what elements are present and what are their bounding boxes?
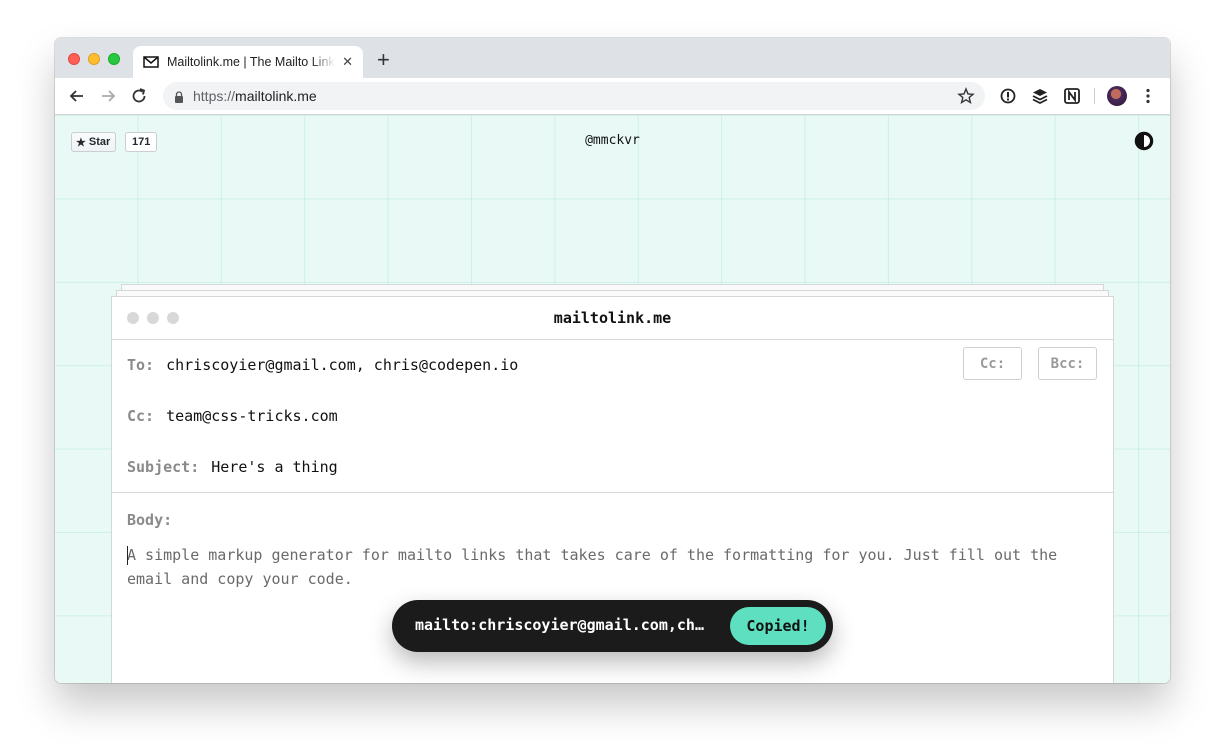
reload-icon[interactable] [129, 86, 149, 106]
browser-tab-active[interactable]: Mailtolink.me | The Mailto Link Generato… [133, 46, 363, 78]
cc-label: Cc: [127, 407, 155, 425]
minimize-window-button[interactable] [88, 53, 100, 65]
to-value[interactable]: chriscoyier@gmail.com, chris@codepen.io [166, 356, 518, 374]
bookmark-star-icon[interactable] [957, 87, 975, 105]
tab-close-icon[interactable]: ✕ [342, 54, 353, 70]
subject-label: Subject: [127, 458, 200, 476]
add-bcc-button[interactable]: Bcc: [1038, 347, 1097, 380]
body-label-row: Body: [127, 511, 172, 529]
address-bar[interactable]: https://mailtolink.me [163, 82, 985, 110]
to-field[interactable]: To: chriscoyier@gmail.com, chris@codepen.… [127, 356, 518, 374]
tab-bar: Mailtolink.me | The Mailto Link Generato… [55, 38, 1170, 78]
back-arrow-icon[interactable] [67, 86, 87, 106]
toolbar-separator [1094, 88, 1095, 104]
mailto-link-text[interactable]: mailto:chriscoyier@gmail.com,ch… [415, 616, 720, 634]
layers-extension-icon[interactable] [1031, 87, 1049, 105]
browser-window: Mailtolink.me | The Mailto Link Generato… [55, 38, 1170, 683]
page-viewport: ★ Star 171 @mmckvr mailtolink.me To: chri… [55, 115, 1170, 683]
copied-button[interactable]: Copied! [730, 607, 826, 645]
body-label: Body: [127, 511, 173, 529]
subject-field[interactable]: Subject: Here's a thing [127, 458, 338, 476]
tab-title: Mailtolink.me | The Mailto Link Generato… [167, 55, 335, 69]
theme-toggle-icon[interactable] [1134, 131, 1154, 151]
more-menu-icon[interactable] [1143, 87, 1153, 105]
envelope-icon [143, 55, 159, 69]
info-extension-icon[interactable] [999, 87, 1017, 105]
maximize-window-button[interactable] [108, 53, 120, 65]
composer-header: mailtolink.me [112, 297, 1113, 340]
copy-toast: mailto:chriscoyier@gmail.com,ch… Copied! [392, 600, 833, 652]
subject-value[interactable]: Here's a thing [211, 458, 337, 476]
url-text: https://mailtolink.me [193, 88, 317, 104]
profile-avatar[interactable] [1107, 86, 1127, 106]
notion-extension-icon[interactable] [1063, 87, 1081, 105]
author-handle-link[interactable]: @mmckvr [55, 133, 1170, 148]
lock-icon [173, 90, 185, 103]
cc-value[interactable]: team@css-tricks.com [166, 407, 338, 425]
new-tab-button[interactable]: + [377, 48, 390, 72]
browser-toolbar: https://mailtolink.me [55, 78, 1170, 115]
cc-field[interactable]: Cc: team@css-tricks.com [127, 407, 338, 425]
composer-divider [112, 492, 1113, 493]
composer-title: mailtolink.me [553, 309, 672, 327]
text-caret [127, 546, 128, 565]
forward-arrow-icon[interactable] [98, 86, 118, 106]
add-cc-button[interactable]: Cc: [963, 347, 1022, 380]
close-window-button[interactable] [68, 53, 80, 65]
body-textarea[interactable]: A simple markup generator for mailto lin… [127, 543, 1087, 591]
to-label: To: [127, 356, 155, 374]
